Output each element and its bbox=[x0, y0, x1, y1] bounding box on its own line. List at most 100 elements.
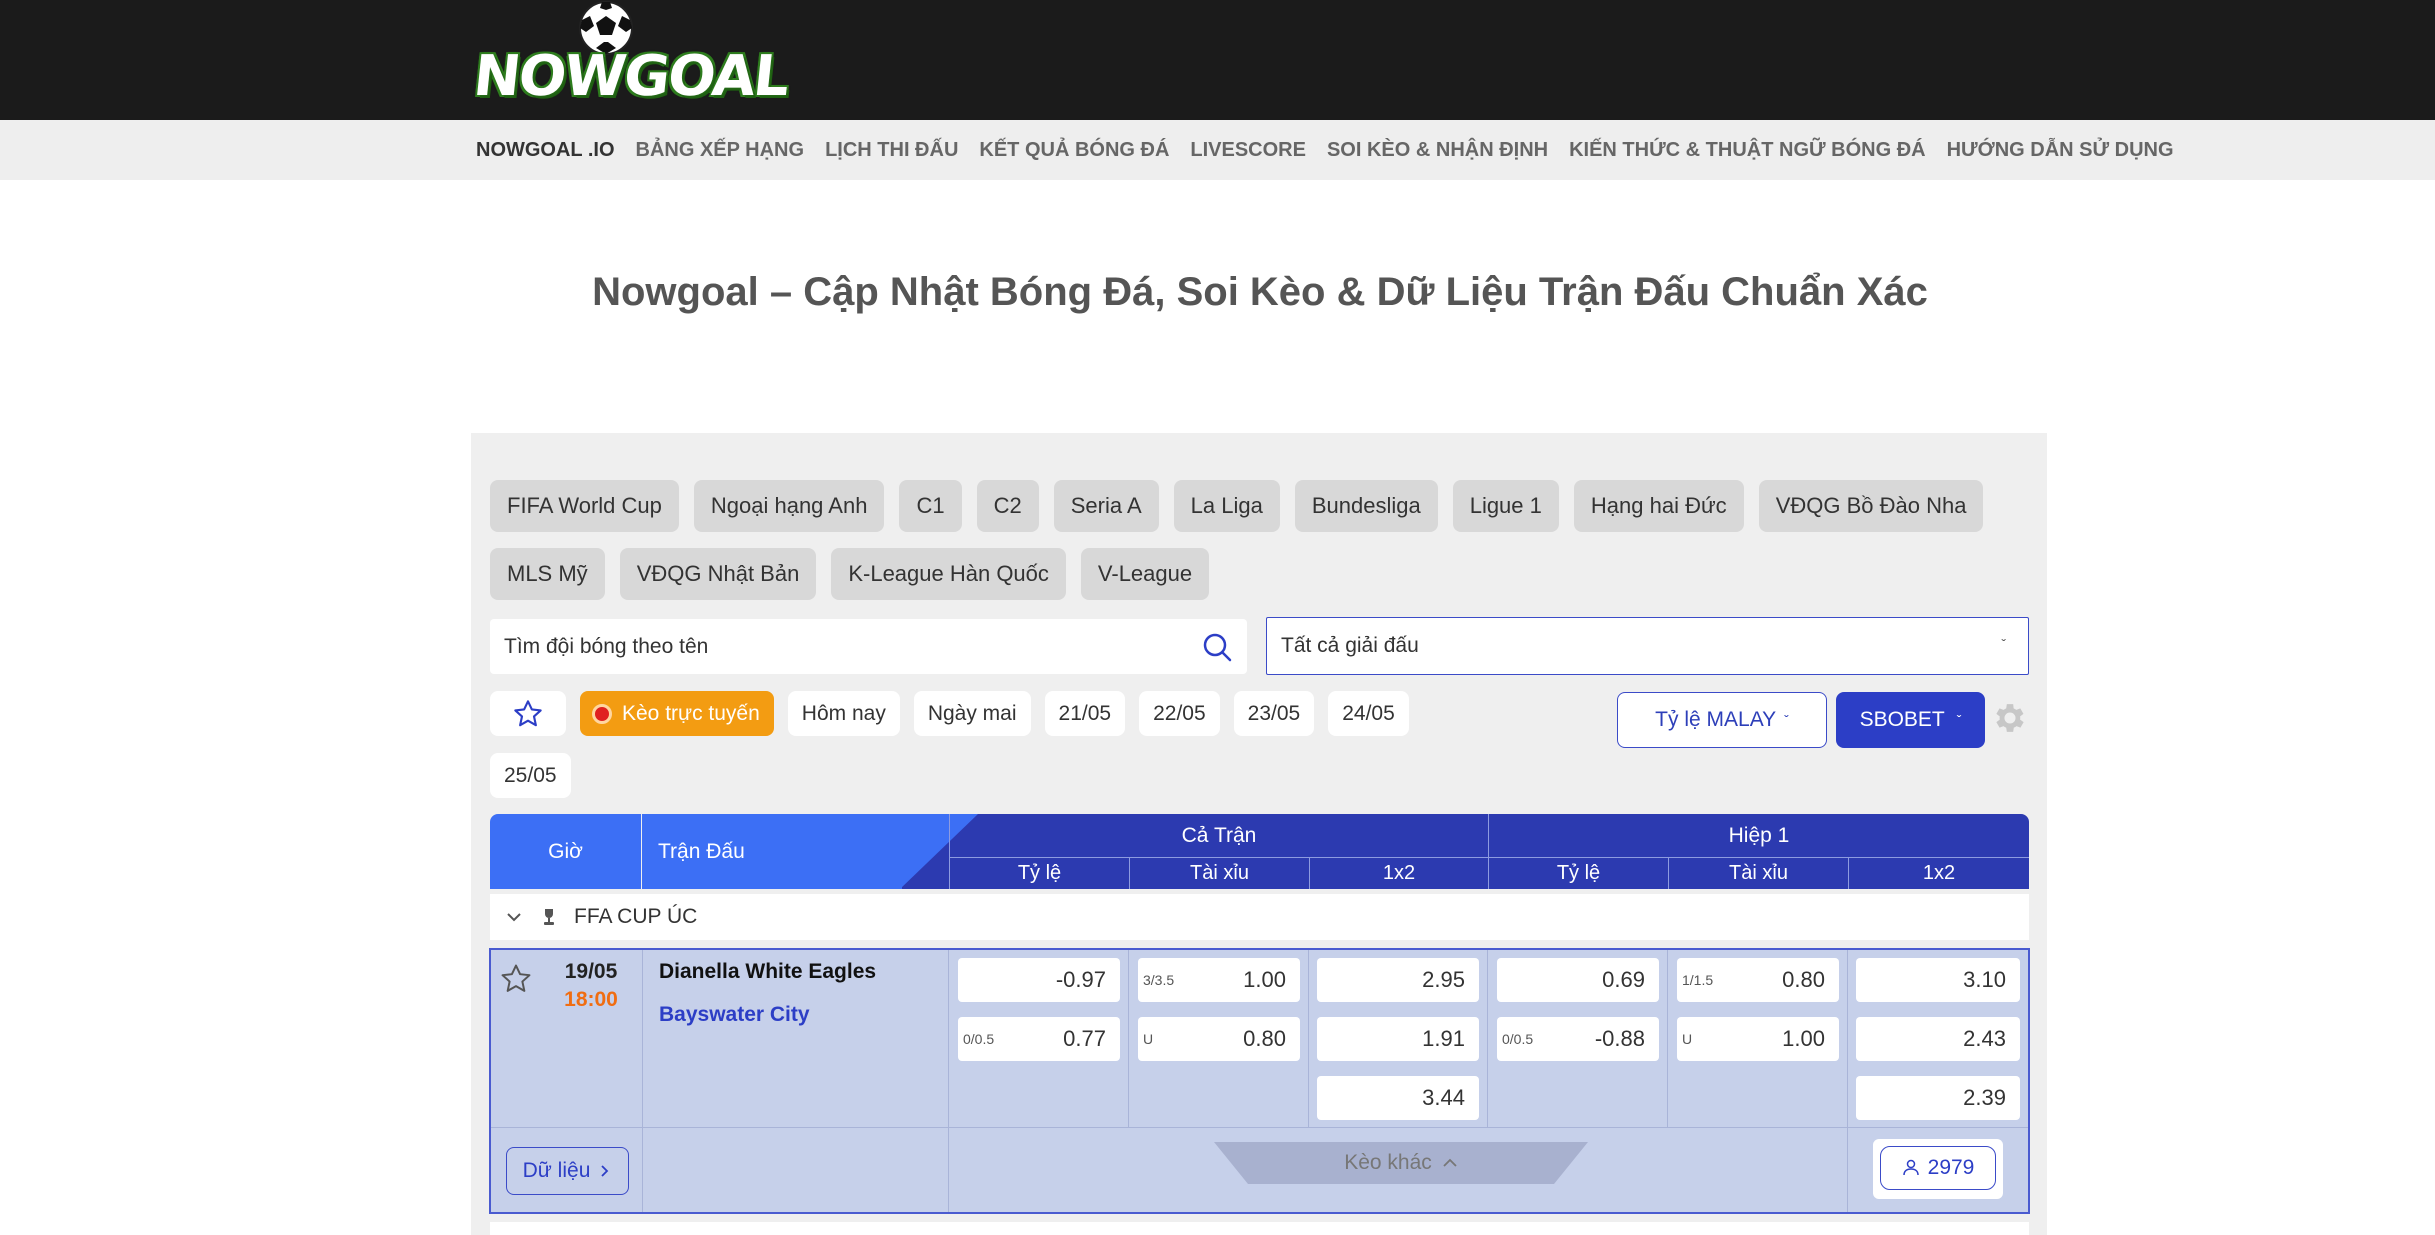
odds-cell[interactable]: 3.44 bbox=[1317, 1076, 1479, 1120]
odds-value: 2.43 bbox=[1963, 1026, 2006, 1051]
group-full-match: Cả Trận bbox=[949, 814, 1488, 858]
nav-item-guide[interactable]: HƯỚNG DẪN SỬ DỤNG bbox=[1947, 139, 2174, 162]
bookmaker-select[interactable]: SBOBET ˇ bbox=[1836, 692, 1985, 748]
odds-type-select[interactable]: Tỷ lệ MALAY ˇ bbox=[1617, 692, 1827, 748]
match-data-button[interactable]: Dữ liệu bbox=[506, 1147, 629, 1195]
match-time: 18:00 bbox=[564, 988, 618, 1011]
date-filter[interactable]: 24/05 bbox=[1328, 691, 1409, 736]
bookmaker-label: SBOBET bbox=[1859, 708, 1945, 731]
odds-cell[interactable]: 1.91 bbox=[1317, 1017, 1479, 1061]
odds-cell[interactable]: 0/0.5 -0.88 bbox=[1497, 1017, 1659, 1061]
league-chip[interactable]: K-League Hàn Quốc bbox=[831, 548, 1066, 600]
league-group-row[interactable]: FFA CUP ÚC bbox=[490, 894, 2029, 940]
odds-cell[interactable]: 3/3.5 1.00 bbox=[1138, 958, 1300, 1002]
search-icon[interactable] bbox=[1201, 631, 1233, 663]
odds-cell[interactable]: 0/0.5 0.77 bbox=[958, 1017, 1120, 1061]
nav-item-results[interactable]: KẾT QUẢ BÓNG ĐÁ bbox=[979, 139, 1169, 162]
chevron-right-icon bbox=[601, 1165, 609, 1177]
star-icon bbox=[514, 699, 542, 726]
league-chip[interactable]: Ligue 1 bbox=[1452, 480, 1559, 532]
odds-value: 0.69 bbox=[1602, 967, 1645, 992]
odds-cell[interactable]: -0.97 bbox=[958, 958, 1120, 1002]
away-team[interactable]: Bayswater City bbox=[659, 1003, 810, 1027]
match-row: 19/05 18:00 Dianella White Eagles Bayswa… bbox=[489, 948, 2030, 1214]
odds-cell[interactable]: 2.39 bbox=[1856, 1076, 2020, 1120]
league-chip[interactable]: Ngoại hạng Anh bbox=[693, 480, 885, 532]
league-group-name: FFA CUP ÚC bbox=[574, 905, 698, 928]
odds-cell[interactable]: 2.43 bbox=[1856, 1017, 2020, 1061]
league-select[interactable]: Tất cả giải đấu ˇ bbox=[1266, 617, 2029, 675]
team-search bbox=[490, 619, 1247, 674]
date-filter-tomorrow[interactable]: Ngày mai bbox=[913, 691, 1031, 736]
top-header: NOWGOAL bbox=[0, 0, 2435, 120]
nav-item-fixtures[interactable]: LỊCH THI ĐẤU bbox=[825, 139, 958, 162]
ou-line: 3/3.5 bbox=[1143, 972, 1175, 988]
odds-type-label: Tỷ lệ MALAY bbox=[1655, 708, 1777, 731]
odds-table-header: Giờ Trận Đấu Cả Trận Hiệp 1 Tỷ lệ Tài xỉ… bbox=[490, 814, 2029, 889]
date-filter-today[interactable]: Hôm nay bbox=[787, 691, 900, 736]
nav-item-predictions[interactable]: SOI KÈO & NHẬN ĐỊNH bbox=[1327, 139, 1548, 162]
league-chip[interactable]: C1 bbox=[899, 480, 962, 532]
sub-handicap-header: Tỷ lệ bbox=[1488, 858, 1668, 889]
league-chip[interactable]: La Liga bbox=[1173, 480, 1280, 532]
match-data-label: Dữ liệu bbox=[522, 1159, 591, 1182]
league-chip[interactable]: VĐQG Nhật Bản bbox=[619, 548, 817, 600]
sub-overunder-header: Tài xỉu bbox=[1668, 858, 1848, 889]
league-chip[interactable]: Seria A bbox=[1053, 480, 1159, 532]
handicap-line: 0/0.5 bbox=[1502, 1031, 1534, 1047]
next-match-row bbox=[490, 1222, 2029, 1235]
ou-line: 1/1.5 bbox=[1682, 972, 1714, 988]
main-nav: NOWGOAL .IO BẢNG XẾP HẠNG LỊCH THI ĐẤU K… bbox=[0, 120, 2435, 180]
chevron-up-icon bbox=[1443, 1158, 1457, 1167]
ou-line: U bbox=[1143, 1031, 1154, 1047]
nav-item-home[interactable]: NOWGOAL .IO bbox=[476, 139, 615, 162]
odds-cell[interactable]: U 0.80 bbox=[1138, 1017, 1300, 1061]
league-chip[interactable]: Hạng hai Đức bbox=[1573, 480, 1744, 532]
league-chip[interactable]: V-League bbox=[1080, 548, 1210, 600]
match-date: 19/05 bbox=[564, 960, 618, 983]
odds-value: 3.10 bbox=[1963, 967, 2006, 992]
nav-item-standings[interactable]: BẢNG XẾP HẠNG bbox=[636, 139, 805, 162]
odds-cell[interactable]: 2.95 bbox=[1317, 958, 1479, 1002]
odds-cell[interactable]: U 1.00 bbox=[1677, 1017, 1839, 1061]
chevron-down-icon[interactable] bbox=[504, 907, 524, 927]
league-chip[interactable]: FIFA World Cup bbox=[490, 480, 679, 532]
search-input[interactable] bbox=[490, 619, 1190, 674]
more-odds-button[interactable]: Kèo khác bbox=[1214, 1142, 1588, 1184]
chevron-down-icon: ˇ bbox=[2001, 636, 2006, 652]
live-odds-filter[interactable]: Kèo trực tuyến bbox=[580, 691, 774, 736]
nav-item-knowledge[interactable]: KIẾN THỨC & THUẬT NGỮ BÓNG ĐÁ bbox=[1569, 139, 1926, 162]
sub-handicap-header: Tỷ lệ bbox=[949, 858, 1129, 889]
date-filter[interactable]: 25/05 bbox=[490, 753, 571, 798]
more-odds-label: Kèo khác bbox=[1344, 1151, 1432, 1174]
odds-value: -0.97 bbox=[1055, 967, 1106, 992]
nowgoal-logo[interactable]: NOWGOAL bbox=[471, 0, 791, 120]
date-filter[interactable]: 21/05 bbox=[1044, 691, 1126, 736]
gear-icon[interactable] bbox=[1991, 699, 2029, 737]
odds-cell[interactable]: 3.10 bbox=[1856, 958, 2020, 1002]
view-count-button[interactable]: 2979 bbox=[1880, 1146, 1996, 1190]
sub-1x2-header: 1x2 bbox=[1309, 858, 1488, 889]
chevron-down-icon: ˇ bbox=[1956, 712, 1962, 728]
league-chip[interactable]: MLS Mỹ bbox=[490, 548, 605, 600]
league-select-value: Tất cả giải đấu bbox=[1281, 634, 1419, 657]
odds-cell[interactable]: 1/1.5 0.80 bbox=[1677, 958, 1839, 1002]
odds-value: 1.91 bbox=[1422, 1026, 1465, 1051]
league-chip[interactable]: C2 bbox=[976, 480, 1039, 532]
favorite-star-icon[interactable] bbox=[499, 962, 533, 996]
odds-cell[interactable]: 0.69 bbox=[1497, 958, 1659, 1002]
live-dot-icon bbox=[592, 703, 612, 724]
date-filter[interactable]: 23/05 bbox=[1233, 691, 1315, 736]
league-chip[interactable]: VĐQG Bồ Đào Nha bbox=[1758, 480, 1984, 532]
odds-value: 0.77 bbox=[1063, 1026, 1106, 1051]
sub-overunder-header: Tài xỉu bbox=[1129, 858, 1309, 889]
league-chip[interactable]: Bundesliga bbox=[1294, 480, 1438, 532]
chevron-down-icon: ˇ bbox=[1784, 712, 1789, 728]
trophy-icon bbox=[544, 909, 554, 925]
date-filter[interactable]: 22/05 bbox=[1139, 691, 1220, 736]
handicap-line: 0/0.5 bbox=[963, 1031, 995, 1047]
league-chips: FIFA World Cup Ngoại hạng Anh C1 C2 Seri… bbox=[490, 480, 2030, 600]
logo-text: NOWGOAL bbox=[470, 44, 791, 109]
favorites-filter[interactable] bbox=[490, 691, 566, 736]
nav-item-livescore[interactable]: LIVESCORE bbox=[1190, 139, 1306, 162]
